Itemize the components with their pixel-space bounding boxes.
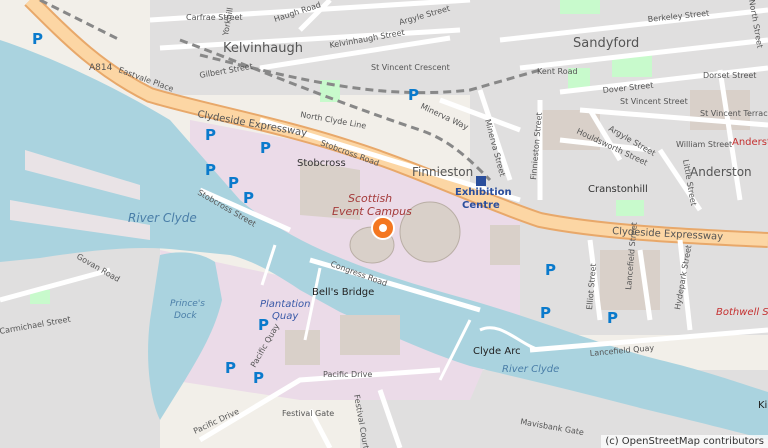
street-label: Festival Gate xyxy=(282,409,334,418)
residential-area-southwest xyxy=(0,245,160,448)
parking-icon: P xyxy=(253,369,264,387)
street-label: St Vincent Crescent xyxy=(371,63,450,72)
street-label: Kent Road xyxy=(537,67,578,76)
park-area xyxy=(560,0,600,14)
street-label: Dorset Street xyxy=(703,71,756,80)
parking-icon: P xyxy=(32,30,43,48)
location-pin-icon[interactable] xyxy=(370,215,396,241)
parking-icon: P xyxy=(260,139,271,157)
parking-icon: P xyxy=(408,86,419,104)
road-label: A814 xyxy=(89,63,113,73)
place-label: Bothwell Str xyxy=(716,307,768,318)
parking-icon: P xyxy=(540,304,551,322)
parking-icon: P xyxy=(205,161,216,179)
place-label: Anderston xyxy=(690,165,752,179)
street-label: Carfrae Street xyxy=(186,13,243,22)
map-view[interactable]: P P P P P P P P P P P P P Clydeside Expr… xyxy=(0,0,768,448)
place-label: Clyde Arc xyxy=(473,346,521,357)
parking-icon: P xyxy=(205,126,216,144)
water-label: River Clyde xyxy=(502,364,559,375)
building xyxy=(340,315,400,355)
map-attribution: (c) OpenStreetMap contributors xyxy=(601,435,768,448)
place-label: Finnieston xyxy=(412,165,473,179)
train-station-icon[interactable] xyxy=(476,176,486,186)
place-label: Stobcross xyxy=(297,158,346,169)
parking-icon: P xyxy=(545,261,556,279)
building xyxy=(490,225,520,265)
parking-icon: P xyxy=(225,359,236,377)
parking-icon: P xyxy=(607,309,618,327)
place-label: Sandyford xyxy=(573,36,639,51)
street-label: St Vincent Terrace xyxy=(700,109,768,118)
place-label: Kelvinhaugh xyxy=(223,41,303,56)
water-label: River Clyde xyxy=(128,211,197,225)
place-label: Bell's Bridge xyxy=(312,287,374,298)
street-label: Pacific Drive xyxy=(323,370,372,379)
street-label: St Vincent Street xyxy=(620,97,688,106)
building xyxy=(285,330,320,365)
parking-icon: P xyxy=(243,189,254,207)
place-label: Cranstonhill xyxy=(588,184,648,195)
park-area xyxy=(616,200,644,216)
street-label: William Street xyxy=(676,140,732,149)
place-label: Ki xyxy=(758,400,767,411)
parking-icon: P xyxy=(228,174,239,192)
place-label: Anderst xyxy=(732,137,768,148)
